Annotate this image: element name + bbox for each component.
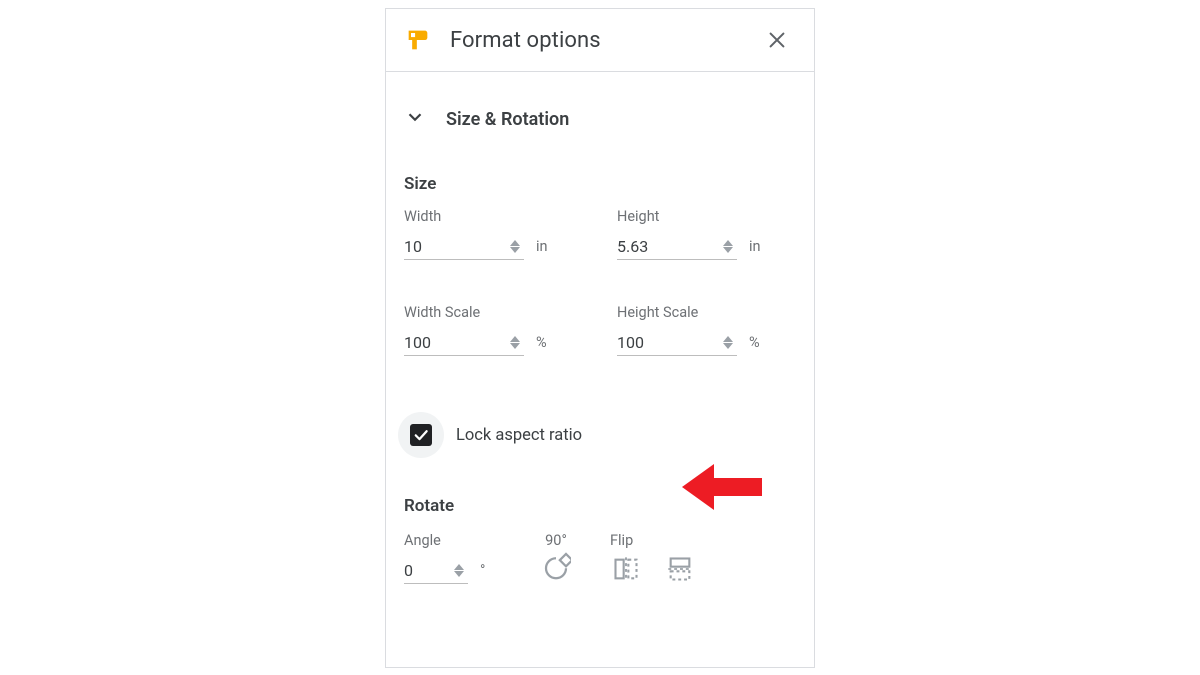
- section-body: Size Width 10 in Height: [386, 174, 814, 586]
- lock-aspect-ratio-checkbox[interactable]: [410, 424, 432, 446]
- width-label: Width: [404, 208, 583, 225]
- angle-label: Angle: [404, 532, 502, 549]
- height-scale-input[interactable]: 100: [617, 329, 737, 356]
- height-scale-unit: %: [749, 334, 771, 351]
- size-rotation-section-toggle[interactable]: Size & Rotation: [386, 72, 814, 132]
- ninety-label: 90°: [545, 532, 567, 549]
- height-scale-stepper[interactable]: [723, 336, 737, 349]
- width-scale-unit: %: [536, 334, 558, 351]
- width-scale-stepper[interactable]: [510, 336, 524, 349]
- panel-title: Format options: [450, 28, 742, 53]
- width-stepper[interactable]: [510, 240, 524, 253]
- flip-horizontal-button[interactable]: [610, 552, 642, 586]
- width-scale-input[interactable]: 100: [404, 329, 524, 356]
- rotate-90-button[interactable]: [536, 549, 576, 583]
- chevron-down-icon: [404, 106, 426, 132]
- lock-aspect-ratio-label: Lock aspect ratio: [456, 426, 582, 445]
- width-scale-label: Width Scale: [404, 304, 583, 321]
- panel-header: Format options: [386, 9, 814, 72]
- format-options-icon: [404, 26, 432, 54]
- flip-vertical-button[interactable]: [664, 552, 696, 586]
- section-title: Size & Rotation: [446, 109, 569, 130]
- width-unit: in: [536, 238, 558, 255]
- height-label: Height: [617, 208, 796, 225]
- size-heading: Size: [404, 174, 796, 194]
- annotation-arrow-icon: [682, 464, 762, 510]
- angle-unit: °: [480, 562, 502, 579]
- width-input[interactable]: 10: [404, 233, 524, 260]
- height-unit: in: [749, 238, 771, 255]
- angle-input[interactable]: 0: [404, 557, 468, 584]
- close-button[interactable]: [760, 23, 794, 57]
- angle-stepper[interactable]: [454, 564, 468, 577]
- height-stepper[interactable]: [723, 240, 737, 253]
- height-scale-label: Height Scale: [617, 304, 796, 321]
- flip-label: Flip: [610, 532, 696, 549]
- height-input[interactable]: 5.63: [617, 233, 737, 260]
- format-options-panel: Format options Size & Rotation Size Widt…: [385, 8, 815, 668]
